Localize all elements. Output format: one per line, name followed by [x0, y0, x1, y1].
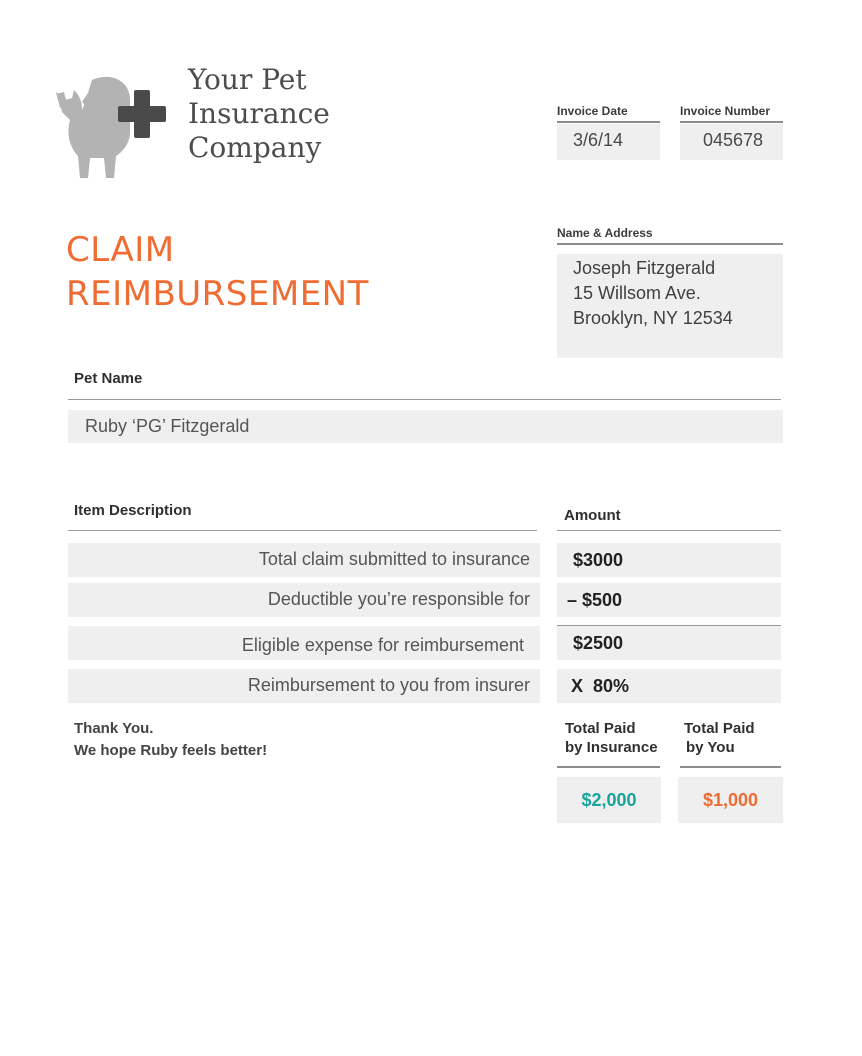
invoice-number-rule — [680, 121, 783, 123]
amount-rule — [557, 530, 781, 531]
amount-value-4: X 80% — [571, 676, 630, 696]
thank-you-text: Thank You. — [74, 720, 154, 737]
item-description-4: Reimbursement to you from insurer — [247, 675, 530, 695]
item-description-2: Deductible you’re responsible for — [267, 589, 530, 609]
address-line-street: 15 Willsom Ave. — [573, 283, 701, 303]
company-name-line-2: Insurance — [188, 97, 330, 130]
pet-name-rule — [68, 399, 781, 400]
amount-header: Amount — [564, 507, 621, 524]
item-row-3: Eligible expense for reimbursement — [68, 626, 540, 660]
total-insurance-value: $2,000 — [581, 790, 637, 810]
pet-name-label: Pet Name — [74, 370, 143, 387]
total-you-box: $1,000 — [678, 777, 783, 823]
item-description-header: Item Description — [74, 502, 192, 519]
item-row-2: Deductible you’re responsible for — [68, 583, 540, 617]
total-insurance-rule — [557, 766, 660, 768]
amount-row-3: $2500 — [557, 626, 781, 660]
address-line-city: Brooklyn, NY 12534 — [573, 308, 733, 328]
invoice-date-label: Invoice Date — [557, 104, 628, 118]
amount-row-2: – $500 — [557, 583, 781, 617]
total-insurance-box: $2,000 — [557, 777, 661, 823]
company-logo — [52, 72, 172, 182]
invoice-date-rule — [557, 121, 660, 123]
total-you-value: $1,000 — [702, 790, 759, 810]
company-name-line-3: Company — [188, 131, 322, 164]
pet-name-value: Ruby ‘PG’ Fitzgerald — [85, 416, 250, 436]
total-insurance-label-1: Total Paid — [565, 720, 636, 737]
total-you-rule — [680, 766, 781, 768]
item-row-1: Total claim submitted to insurance — [68, 543, 540, 577]
name-address-rule — [557, 243, 783, 245]
item-row-4: Reimbursement to you from insurer — [68, 669, 540, 703]
amount-value-2: – $500 — [567, 590, 623, 610]
address-line-name: Joseph Fitzgerald — [573, 258, 716, 278]
company-name-line-1: Your Pet — [188, 63, 307, 96]
item-description-3: Eligible expense for reimbursement — [241, 635, 524, 655]
claim-title-line-2: REIMBURSEMENT — [66, 274, 369, 314]
amount-row-1: $3000 — [557, 543, 781, 577]
total-you-label-2: by You — [686, 739, 735, 756]
item-description-1: Total claim submitted to insurance — [258, 549, 530, 569]
claim-title-line-1: CLAIM — [66, 230, 175, 270]
item-description-rule — [68, 530, 537, 531]
invoice-number-label: Invoice Number — [680, 104, 771, 118]
invoice-number-box: 045678 — [680, 124, 783, 160]
name-address-label: Name & Address — [557, 226, 653, 240]
amount-row-4: X 80% — [557, 669, 781, 703]
amount-value-1: $3000 — [573, 550, 624, 570]
total-you-label-1: Total Paid — [684, 720, 755, 737]
invoice-number-value: 045678 — [703, 130, 764, 150]
pet-name-box: Ruby ‘PG’ Fitzgerald — [68, 410, 783, 443]
total-insurance-label-2: by Insurance — [565, 739, 658, 756]
invoice-date-value: 3/6/14 — [573, 130, 624, 150]
get-well-text: We hope Ruby feels better! — [74, 742, 268, 759]
invoice-date-box: 3/6/14 — [557, 124, 660, 160]
cat-with-medical-cross-icon — [56, 76, 166, 178]
amount-value-3: $2500 — [573, 633, 624, 653]
